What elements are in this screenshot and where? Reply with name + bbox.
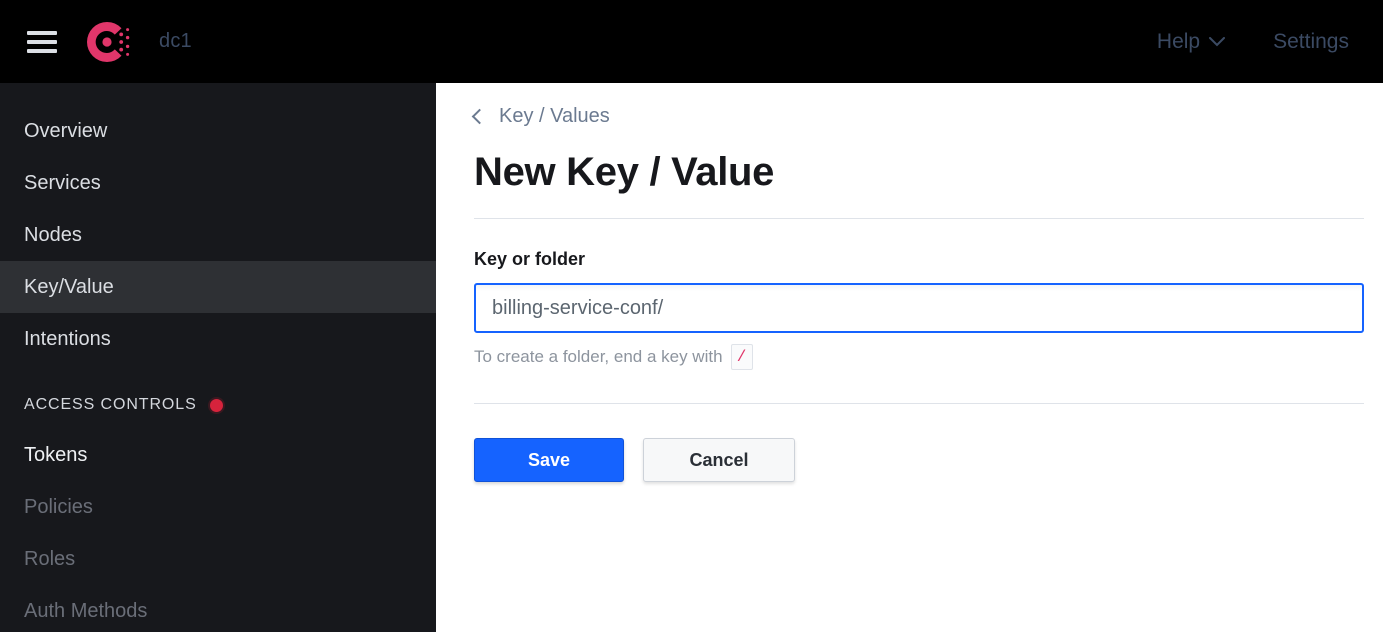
- sidebar-item-tokens[interactable]: Tokens: [0, 429, 436, 481]
- help-label: Help: [1156, 29, 1201, 53]
- sidebar-item-label: Nodes: [24, 223, 82, 246]
- hamburger-bar-3: [27, 48, 57, 53]
- field-help-text: To create a folder, end a key with /: [474, 344, 1363, 370]
- sidebar-item-label: Policies: [24, 495, 93, 518]
- key-or-folder-label: Key or folder: [474, 249, 586, 269]
- main-content: Key / Values New Key / Value Key or fold…: [436, 83, 1383, 632]
- chevron-left-icon: [471, 108, 488, 124]
- help-menu-button[interactable]: Help: [1156, 29, 1226, 54]
- datacenter-name[interactable]: dc1: [159, 30, 192, 53]
- sidebar-section-access-controls: ACCESS CONTROLS: [0, 381, 436, 429]
- sidebar-item-label: Key/Value: [24, 275, 114, 298]
- form-divider: [474, 403, 1364, 404]
- top-header-bar: dc1 Help Settings: [0, 0, 1383, 83]
- hamburger-bar-2: [27, 39, 57, 44]
- settings-link[interactable]: Settings: [1273, 30, 1349, 54]
- sidebar-item-services[interactable]: Services: [0, 157, 436, 209]
- field-help-prefix: To create a folder, end a key with: [474, 347, 723, 366]
- sidebar-nav: Overview Services Nodes Key/Value Intent…: [0, 83, 436, 632]
- sidebar-item-label: Auth Methods: [24, 599, 148, 622]
- breadcrumb-label: Key / Values: [499, 105, 610, 127]
- sidebar-item-label: Overview: [24, 119, 108, 142]
- breadcrumb-back-link[interactable]: Key / Values: [471, 105, 610, 128]
- red-dot-badge-icon: [207, 396, 225, 414]
- sidebar-item-policies[interactable]: Policies: [0, 481, 436, 533]
- consul-logo-icon[interactable]: [81, 16, 133, 68]
- key-or-folder-input[interactable]: [474, 283, 1364, 333]
- sidebar-item-roles[interactable]: Roles: [0, 533, 436, 585]
- sidebar-item-label: Roles: [24, 547, 76, 570]
- sidebar-section-label: ACCESS CONTROLS: [24, 396, 197, 413]
- save-button[interactable]: Save: [474, 438, 624, 482]
- sidebar-item-label: Tokens: [24, 443, 88, 466]
- sidebar-item-auth-methods[interactable]: Auth Methods: [0, 585, 436, 637]
- sidebar-item-key-value[interactable]: Key/Value: [0, 261, 436, 313]
- sidebar-item-nodes[interactable]: Nodes: [0, 209, 436, 261]
- chevron-down-icon: [1209, 36, 1226, 46]
- page-title: New Key / Value: [474, 150, 775, 194]
- hamburger-bar-1: [27, 30, 57, 35]
- sidebar-item-label: Services: [24, 171, 101, 194]
- sidebar-item-overview[interactable]: Overview: [0, 105, 436, 157]
- hamburger-menu-icon[interactable]: [27, 30, 57, 53]
- slash-code-chip: /: [730, 344, 753, 370]
- cancel-button[interactable]: Cancel: [643, 438, 795, 482]
- sidebar-item-label: Intentions: [24, 327, 111, 350]
- title-divider: [474, 218, 1364, 219]
- header-right-actions: Help Settings: [1157, 30, 1383, 54]
- form-actions: Save Cancel: [474, 438, 1363, 482]
- sidebar-item-intentions[interactable]: Intentions: [0, 313, 436, 365]
